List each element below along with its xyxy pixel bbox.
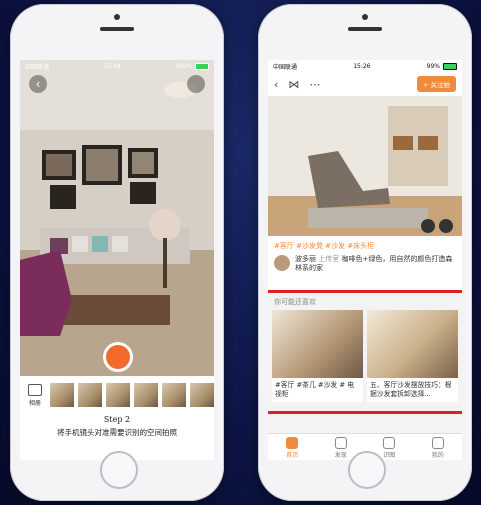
- living-room-photo: [268, 96, 462, 236]
- room-photo: [20, 60, 214, 376]
- post-screen: 中国联通 15:26 99% ‹ ⋈ ⋯ + 关注她 #客厅 #沙发凳 #沙发: [268, 60, 462, 460]
- tab-profile[interactable]: 我的: [431, 436, 444, 459]
- earpiece-speaker: [348, 27, 382, 31]
- author-row: 波多丽 上传室 咖啡色+绿色，用自然的颜色打造森林系的家: [274, 255, 456, 274]
- carrier-label: 中国联通: [273, 63, 298, 71]
- post-tags[interactable]: #客厅 #沙发凳 #沙发 #床头柜: [274, 241, 374, 251]
- user-icon: [431, 436, 444, 449]
- battery-icon: [195, 62, 209, 70]
- follow-button[interactable]: + 关注她: [416, 76, 456, 92]
- avatar[interactable]: [274, 255, 290, 271]
- camera-screen: 中国联通 15:48 100% ‹ 相册 Step 2 将手机镜头对准需要识别的…: [20, 60, 214, 460]
- bulb-icon: [334, 436, 347, 449]
- tab-recognize[interactable]: 识图: [383, 436, 396, 459]
- front-camera: [362, 14, 368, 20]
- clock: 15:26: [353, 62, 371, 70]
- home-button[interactable]: [100, 451, 138, 489]
- album-label: 相册: [28, 399, 41, 407]
- shutter-button[interactable]: [103, 342, 133, 372]
- album-icon: [28, 383, 42, 396]
- recent-photos-strip: 相册: [20, 378, 214, 412]
- post-hero-image[interactable]: [268, 96, 462, 236]
- home-icon: [286, 436, 299, 449]
- photo-thumbnail[interactable]: [106, 383, 130, 407]
- earpiece-speaker: [100, 27, 134, 31]
- instruction-block: Step 2 将手机镜头对准需要识别的空间拍照: [20, 415, 214, 438]
- author-name[interactable]: 波多丽: [295, 255, 316, 263]
- right-phone: 中国联通 15:26 99% ‹ ⋈ ⋯ + 关注她 #客厅 #沙发凳 #沙发: [258, 4, 472, 501]
- back-button[interactable]: ‹: [29, 75, 47, 93]
- status-bar: 中国联通 15:48 100%: [20, 60, 214, 72]
- home-button[interactable]: [348, 451, 386, 489]
- switch-camera-button[interactable]: [187, 75, 205, 93]
- camera-icon: [383, 436, 396, 449]
- clock: 15:48: [103, 62, 121, 70]
- status-bar: 中国联通 15:26 99%: [268, 60, 462, 72]
- photo-thumbnail[interactable]: [78, 383, 102, 407]
- photo-thumbnail[interactable]: [134, 383, 158, 407]
- camera-viewfinder: 中国联通 15:48 100% ‹: [20, 60, 214, 376]
- photo-thumbnail[interactable]: [162, 383, 186, 407]
- tab-home[interactable]: 首页: [286, 436, 299, 459]
- author-meta: 上传室: [318, 255, 340, 263]
- photo-thumbnail[interactable]: [50, 383, 74, 407]
- highlight-box: [268, 290, 462, 414]
- back-icon[interactable]: ‹: [274, 78, 278, 91]
- step-title: Step 2: [103, 415, 131, 424]
- battery-percent: 100%: [174, 62, 192, 70]
- nav-bar: ‹ ⋈ ⋯ + 关注她: [268, 72, 462, 96]
- front-camera: [114, 14, 120, 20]
- battery-icon: [443, 62, 457, 70]
- album-button[interactable]: 相册: [24, 383, 46, 407]
- carrier-label: 中国联通: [25, 63, 50, 71]
- battery-percent: 99%: [426, 62, 440, 70]
- step-text: 将手机镜头对准需要识别的空间拍照: [57, 428, 177, 437]
- left-phone: 中国联通 15:48 100% ‹ 相册 Step 2 将手机镜头对准需要识别的…: [10, 4, 224, 501]
- tab-discover[interactable]: 发现: [334, 436, 347, 459]
- share-icon[interactable]: ⋈: [288, 78, 299, 91]
- more-icon[interactable]: ⋯: [309, 78, 320, 91]
- photo-thumbnail[interactable]: [190, 383, 214, 407]
